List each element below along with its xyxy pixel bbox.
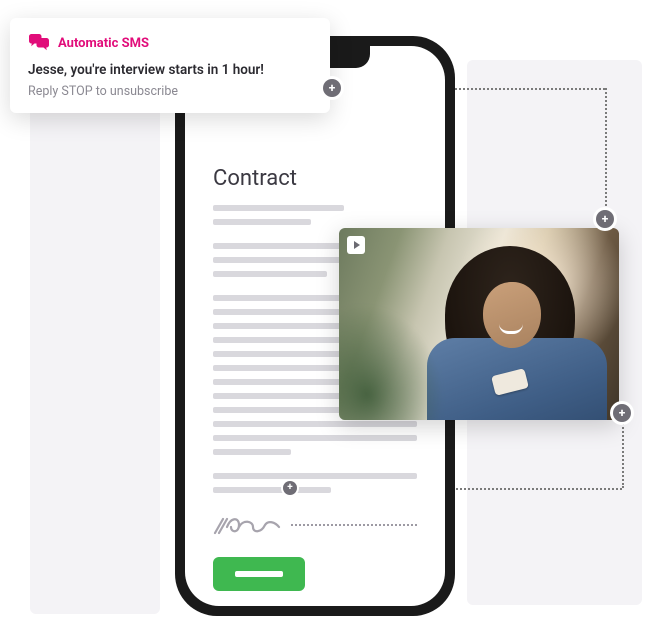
connector-node: + bbox=[283, 481, 297, 495]
connector-node: + bbox=[596, 210, 614, 228]
connector-node: + bbox=[613, 404, 631, 422]
person-illustration bbox=[427, 246, 607, 420]
signature-icon bbox=[213, 511, 283, 539]
sms-header: Automatic SMS bbox=[28, 34, 312, 52]
video-thumbnail-image bbox=[339, 228, 619, 420]
text-placeholder bbox=[213, 421, 417, 427]
signature-row bbox=[213, 511, 417, 539]
text-placeholder bbox=[213, 271, 327, 277]
text-placeholder bbox=[213, 473, 417, 479]
connector-right-down bbox=[605, 88, 607, 218]
text-placeholder bbox=[213, 487, 331, 493]
play-icon[interactable] bbox=[347, 236, 365, 254]
sms-footer: Reply STOP to unsubscribe bbox=[28, 84, 312, 99]
contract-heading: Contract bbox=[213, 166, 417, 191]
text-placeholder bbox=[213, 219, 311, 225]
sms-notification-card: Automatic SMS Jesse, you're interview st… bbox=[10, 18, 330, 113]
text-placeholder bbox=[213, 449, 291, 455]
background-panel-left bbox=[30, 94, 160, 614]
signature-line bbox=[291, 524, 417, 526]
submit-button[interactable] bbox=[213, 557, 305, 591]
connector-node: + bbox=[323, 79, 341, 97]
text-placeholder bbox=[213, 435, 417, 441]
video-thumbnail-card[interactable] bbox=[339, 228, 619, 420]
button-label-placeholder bbox=[235, 571, 283, 577]
connector-photo-to-bottom bbox=[622, 420, 624, 488]
sms-body: Jesse, you're interview starts in 1 hour… bbox=[28, 62, 312, 78]
chat-bubbles-icon bbox=[28, 34, 50, 52]
text-placeholder bbox=[213, 205, 344, 211]
sms-title: Automatic SMS bbox=[58, 36, 149, 51]
